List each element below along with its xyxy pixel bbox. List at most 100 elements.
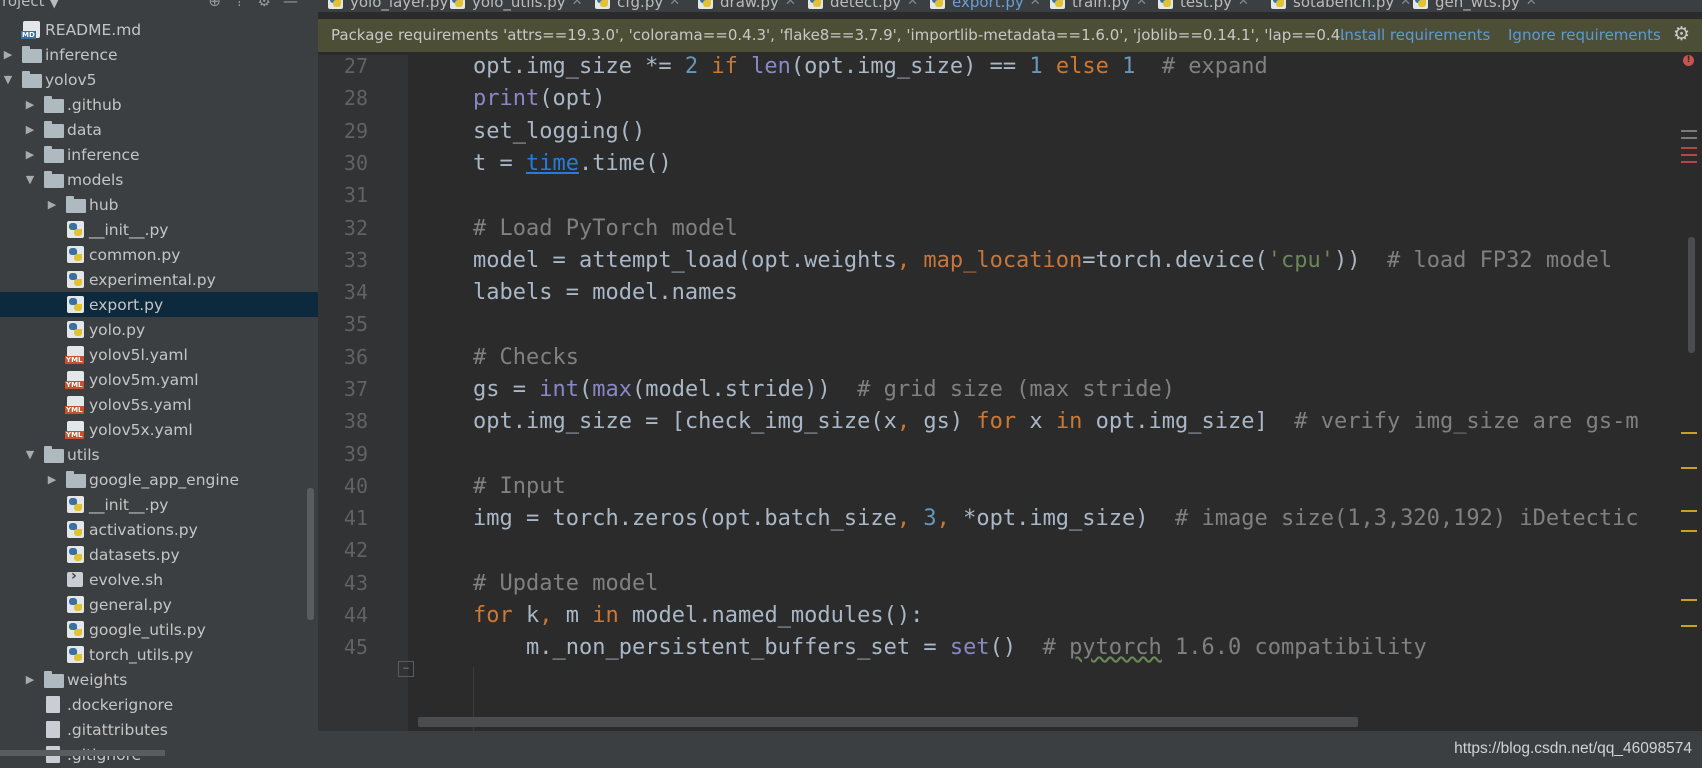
tree-folder-item[interactable]: ▼ models <box>0 167 318 192</box>
tree-file-item[interactable]: yolov5s.yaml <box>0 392 318 417</box>
scroll-mark[interactable] <box>1681 161 1697 163</box>
chevron-right-icon[interactable]: ▶ <box>24 148 36 161</box>
chevron-right-icon[interactable]: ▶ <box>46 473 58 486</box>
code-editor[interactable]: 27 28 29 30 31 32 33 34 35 36 37 38 39 40 41 42 43 44 45 o… <box>318 55 1702 731</box>
code-line[interactable]: m._non_persistent_buffers_set = set() # … <box>473 630 1427 665</box>
chevron-right-icon[interactable]: ▶ <box>2 48 14 61</box>
scroll-mark[interactable] <box>1681 467 1697 469</box>
tree-file-item[interactable]: activations.py <box>0 517 318 542</box>
chevron-right-icon[interactable]: ▶ <box>24 98 36 111</box>
scroll-mark[interactable] <box>1681 599 1697 601</box>
tree-file-item[interactable]: yolov5m.yaml <box>0 367 318 392</box>
tree-file-item[interactable]: README.md <box>0 17 318 42</box>
tree-folder-item[interactable]: ▼ yolov5 <box>0 67 318 92</box>
tree-folder-item[interactable]: ▶ inference <box>0 42 318 67</box>
tree-folder-item[interactable]: ▶ hub <box>0 192 318 217</box>
fold-icon[interactable]: − <box>398 661 414 677</box>
locate-icon[interactable]: ⊕ <box>208 0 233 10</box>
editor-tab[interactable]: yolo_utils.py ✕ <box>450 0 583 12</box>
tree-file-item[interactable]: .gitattributes <box>0 717 318 742</box>
chevron-down-icon[interactable]: ▼ <box>2 73 14 86</box>
tree-file-item[interactable]: common.py <box>0 242 318 267</box>
tree-folder-item[interactable]: ▶ inference <box>0 142 318 167</box>
scroll-mark[interactable] <box>1681 510 1697 512</box>
scroll-mark[interactable] <box>1681 530 1697 532</box>
chevron-down-icon[interactable]: ▼ <box>24 173 36 186</box>
chevron-down-icon[interactable]: ▼ <box>50 0 58 10</box>
tree-folder-item[interactable]: ▶ .github <box>0 92 318 117</box>
scroll-mark[interactable] <box>1681 130 1697 132</box>
editor-horizontal-scrollbar[interactable] <box>418 717 1358 727</box>
editor-tab[interactable]: gen_wts.py ✕ <box>1413 0 1537 12</box>
code-line[interactable]: # Checks <box>473 340 579 375</box>
code-line[interactable]: t = time.time() <box>473 146 672 181</box>
close-icon[interactable]: ✕ <box>1136 0 1147 9</box>
tree-file-item[interactable]: datasets.py <box>0 542 318 567</box>
scroll-mark[interactable] <box>1681 625 1697 627</box>
tree-folder-item[interactable]: ▶ data <box>0 117 318 142</box>
editor-tab[interactable]: yolo_layer.py✕ <box>328 0 465 12</box>
project-scrollbar[interactable] <box>307 488 314 620</box>
tree-folder-item[interactable]: ▶ google_app_engine <box>0 467 318 492</box>
tree-file-item[interactable]: evolve.sh <box>0 567 318 592</box>
chevron-right-icon[interactable]: ▶ <box>24 673 36 686</box>
close-icon[interactable]: ✕ <box>669 0 680 9</box>
ignore-requirements-link[interactable]: Ignore requirements <box>1508 26 1661 44</box>
tree-folder-item[interactable]: ▶ weights <box>0 667 318 692</box>
install-requirements-link[interactable]: Install requirements <box>1340 26 1490 44</box>
code-line[interactable]: print(opt) <box>473 81 605 116</box>
editor-tab[interactable]: sotabench.py ✕ <box>1271 0 1411 12</box>
chevron-down-icon[interactable]: ▼ <box>24 448 36 461</box>
scroll-mark[interactable] <box>1681 147 1697 149</box>
tree-file-item[interactable]: .dockerignore <box>0 692 318 717</box>
close-icon[interactable]: ✕ <box>1526 0 1537 9</box>
close-icon[interactable]: ✕ <box>907 0 918 9</box>
tree-file-item[interactable]: yolov5x.yaml <box>0 417 318 442</box>
hide-icon[interactable]: — <box>283 0 310 10</box>
code-line[interactable]: labels = model.names <box>473 275 738 310</box>
tree-file-item[interactable]: yolov5l.yaml <box>0 342 318 367</box>
close-icon[interactable]: ✕ <box>785 0 796 9</box>
project-horizontal-scrollbar[interactable] <box>0 750 165 756</box>
code-line[interactable]: opt.img_size = [check_img_size(x, gs) fo… <box>473 404 1639 439</box>
code-line[interactable]: # Update model <box>473 566 658 601</box>
scroll-mark[interactable] <box>1681 154 1697 156</box>
editor-vertical-scrollbar[interactable] <box>1688 237 1695 353</box>
editor-tab[interactable]: detect.py ✕ <box>808 0 918 12</box>
code-line[interactable]: opt.img_size *= 2 if len(opt.img_size) =… <box>473 55 1268 84</box>
gear-icon[interactable]: ⚙ <box>1673 23 1690 45</box>
editor-tab[interactable]: cfg.py ✕ <box>595 0 680 12</box>
scroll-mark[interactable] <box>1681 432 1697 434</box>
project-title[interactable]: roject <box>2 0 45 10</box>
tree-file-item[interactable]: experimental.py <box>0 267 318 292</box>
editor-tab[interactable]: export.py ✕ <box>930 0 1041 12</box>
error-indicator-icon[interactable]: ! <box>1683 55 1694 66</box>
tree-file-item[interactable]: general.py <box>0 592 318 617</box>
tree-file-item[interactable]: torch_utils.py <box>0 642 318 667</box>
gear-icon[interactable]: ⚙ <box>258 0 283 10</box>
editor-tab[interactable]: draw.py ✕ <box>698 0 796 12</box>
collapse-all-icon[interactable]: ⇡ <box>233 0 258 10</box>
editor-tab[interactable]: test.py ✕ <box>1158 0 1249 12</box>
code-line[interactable]: # Load PyTorch model <box>473 211 738 246</box>
tree-file-item[interactable]: google_utils.py <box>0 617 318 642</box>
tree-folder-item[interactable]: ▼ utils <box>0 442 318 467</box>
chevron-right-icon[interactable]: ▶ <box>24 123 36 136</box>
tree-file-item[interactable]: export.py <box>0 292 318 317</box>
tree-file-item[interactable]: yolo.py <box>0 317 318 342</box>
code-line[interactable]: # Input <box>473 469 566 504</box>
tree-file-item[interactable]: __init__.py <box>0 217 318 242</box>
code-line[interactable]: gs = int(max(model.stride)) # grid size … <box>473 372 1175 407</box>
code-line[interactable]: set_logging() <box>473 114 645 149</box>
close-icon[interactable]: ✕ <box>1030 0 1041 9</box>
editor-tab[interactable]: train.py ✕ <box>1050 0 1147 12</box>
close-icon[interactable]: ✕ <box>1400 0 1411 9</box>
code-line[interactable]: img = torch.zeros(opt.batch_size, 3, *op… <box>473 501 1639 536</box>
tree-file-item[interactable]: __init__.py <box>0 492 318 517</box>
close-icon[interactable]: ✕ <box>572 0 583 9</box>
chevron-right-icon[interactable]: ▶ <box>46 198 58 211</box>
scroll-mark[interactable] <box>1681 137 1697 139</box>
code-line[interactable]: for k, m in model.named_modules(): <box>473 598 923 633</box>
code-line[interactable]: model = attempt_load(opt.weights, map_lo… <box>473 243 1612 278</box>
close-icon[interactable]: ✕ <box>1238 0 1249 9</box>
